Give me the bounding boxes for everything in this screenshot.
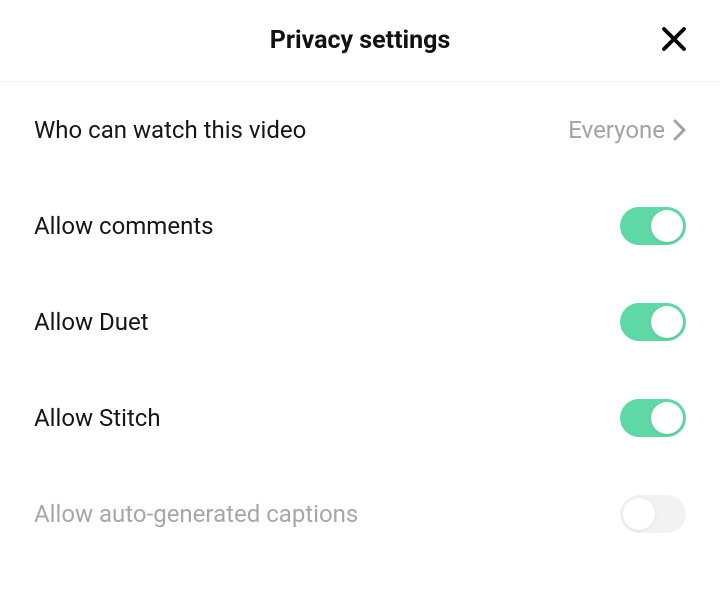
allow-captions-label: Allow auto-generated captions — [34, 500, 358, 528]
allow-comments-toggle[interactable] — [620, 207, 686, 245]
chevron-right-icon — [673, 119, 686, 141]
toggle-knob — [651, 402, 683, 434]
allow-comments-row: Allow comments — [34, 178, 686, 274]
toggle-knob — [651, 306, 683, 338]
page-title: Privacy settings — [270, 26, 451, 55]
who-can-watch-row[interactable]: Who can watch this video Everyone — [34, 82, 686, 178]
header: Privacy settings — [0, 0, 720, 82]
toggle-knob — [651, 210, 683, 242]
allow-stitch-row: Allow Stitch — [34, 370, 686, 466]
close-button[interactable] — [656, 23, 692, 59]
allow-duet-row: Allow Duet — [34, 274, 686, 370]
toggle-knob — [623, 498, 655, 530]
allow-duet-label: Allow Duet — [34, 308, 149, 336]
allow-stitch-toggle[interactable] — [620, 399, 686, 437]
allow-captions-row: Allow auto-generated captions — [34, 466, 686, 562]
allow-duet-toggle[interactable] — [620, 303, 686, 341]
who-can-watch-label: Who can watch this video — [34, 116, 306, 144]
close-icon — [659, 24, 689, 57]
settings-list: Who can watch this video Everyone Allow … — [0, 82, 720, 562]
who-can-watch-select[interactable]: Everyone — [568, 116, 686, 144]
who-can-watch-value: Everyone — [568, 116, 665, 144]
allow-stitch-label: Allow Stitch — [34, 404, 161, 432]
allow-captions-toggle — [620, 495, 686, 533]
allow-comments-label: Allow comments — [34, 212, 214, 240]
